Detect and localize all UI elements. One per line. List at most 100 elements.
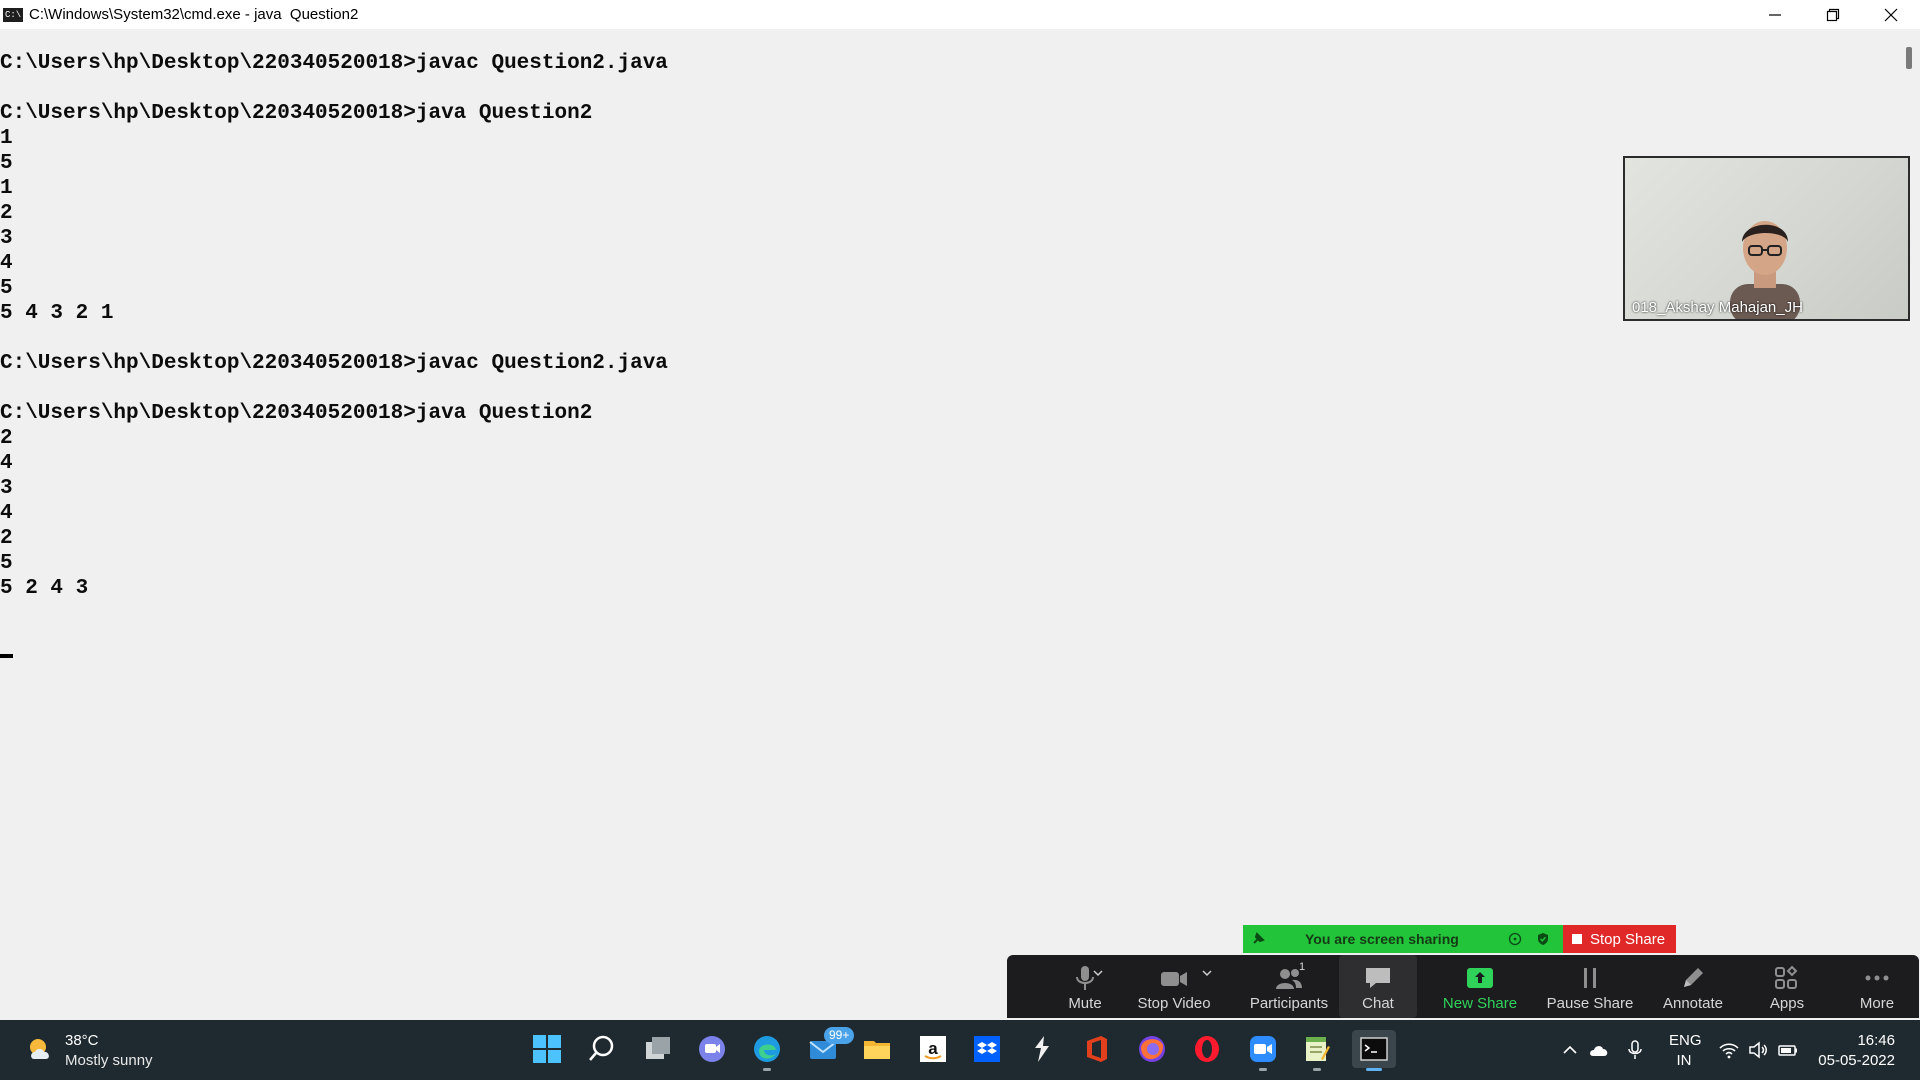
dropbox-icon <box>974 1036 1000 1062</box>
stop-share-button[interactable]: Stop Share <box>1563 925 1676 953</box>
firefox-button[interactable] <box>1133 1030 1171 1068</box>
console-line: 1 <box>0 127 13 150</box>
microphone-icon <box>1628 1040 1642 1059</box>
opera-button[interactable] <box>1188 1030 1226 1068</box>
teams-chat-button[interactable] <box>693 1030 731 1068</box>
stop-video-button[interactable]: Stop Video <box>1119 955 1229 1018</box>
console-line: 4 <box>0 452 13 475</box>
console-line: 5 4 3 2 1 <box>0 302 114 325</box>
mute-button[interactable]: Mute <box>1043 955 1127 1018</box>
pinned-app-button[interactable] <box>1023 1030 1061 1068</box>
mail-unread-badge: 99+ <box>824 1027 855 1044</box>
amazon-icon: a <box>920 1036 946 1062</box>
new-share-button[interactable]: New Share <box>1431 955 1529 1018</box>
annotate-button[interactable]: Annotate <box>1650 955 1736 1018</box>
zoom-button[interactable] <box>1244 1030 1282 1071</box>
start-button[interactable] <box>528 1030 566 1068</box>
dropbox-button[interactable] <box>968 1030 1006 1068</box>
participants-label: Participants <box>1249 995 1329 1012</box>
sun-cloud-icon[interactable] <box>26 1035 56 1065</box>
speaker-icon <box>1749 1041 1767 1059</box>
mute-options-chevron-icon[interactable] <box>1093 968 1103 978</box>
sharing-status[interactable]: You are screen sharing <box>1243 925 1563 953</box>
console-line: 2 <box>0 202 13 225</box>
opera-icon <box>1195 1036 1219 1062</box>
running-indicator <box>763 1068 771 1071</box>
weather-temperature[interactable]: 38°C <box>65 1032 99 1049</box>
microphone-tray-button[interactable] <box>1624 1039 1646 1061</box>
chat-button[interactable]: Chat <box>1339 955 1417 1018</box>
search-button[interactable] <box>583 1030 621 1068</box>
notepad-icon <box>1306 1037 1330 1061</box>
weather-condition[interactable]: Mostly sunny <box>65 1052 153 1069</box>
participants-button[interactable]: Participants <box>1234 955 1344 1018</box>
mute-label: Mute <box>1068 995 1102 1012</box>
amazon-button[interactable]: a <box>914 1030 952 1068</box>
console-line: 5 <box>0 277 13 300</box>
pause-icon <box>1584 968 1596 988</box>
volume-button[interactable] <box>1747 1039 1769 1061</box>
console-line: C:\Users\hp\Desktop\220340520018>javac Q… <box>0 52 668 75</box>
window-titlebar: C:\ C:\Windows\System32\cmd.exe - java Q… <box>0 0 1920 29</box>
video-camera-icon <box>1161 972 1187 986</box>
participants-count: 1 <box>1299 961 1306 973</box>
search-icon <box>589 1035 614 1061</box>
participant-video-tile[interactable]: 018_Akshay Mahajan_JH <box>1623 156 1910 321</box>
terminal-icon <box>1360 1037 1388 1061</box>
svg-text:a: a <box>928 1039 938 1058</box>
minimize-button[interactable] <box>1746 0 1804 29</box>
console-line: 5 <box>0 152 13 175</box>
apps-button[interactable]: Apps <box>1752 955 1822 1018</box>
file-explorer-button[interactable] <box>858 1030 896 1068</box>
windows-taskbar: 38°C Mostly sunny 99+ a ENG IN 16:46 05-… <box>0 1020 1920 1080</box>
show-hidden-icons-button[interactable] <box>1559 1039 1581 1061</box>
shield-icon[interactable] <box>1536 932 1550 946</box>
edge-icon <box>754 1036 780 1062</box>
console-line: 3 <box>0 227 13 250</box>
edge-button[interactable] <box>748 1030 786 1071</box>
apps-label: Apps <box>1769 995 1805 1012</box>
apps-icon <box>1775 965 1798 989</box>
more-button[interactable]: More <box>1842 955 1912 1018</box>
pencil-icon <box>1684 968 1703 987</box>
cmd-icon: C:\ <box>3 7 23 22</box>
start-icon <box>533 1035 561 1063</box>
notepad-button[interactable] <box>1298 1030 1336 1071</box>
close-icon <box>1884 8 1898 21</box>
firefox-icon <box>1139 1036 1165 1062</box>
info-icon[interactable] <box>1508 932 1522 946</box>
restore-button[interactable] <box>1804 0 1862 29</box>
task-view-icon <box>646 1037 670 1059</box>
close-button[interactable] <box>1862 0 1920 29</box>
office-button[interactable] <box>1078 1030 1116 1068</box>
console-output-area[interactable]: C:\Users\hp\Desktop\220340520018>javac Q… <box>0 29 1900 1020</box>
cloud-icon <box>1590 1046 1608 1056</box>
new-share-label: New Share <box>1442 995 1518 1012</box>
terminal-button[interactable] <box>1352 1030 1396 1071</box>
active-indicator <box>1366 1068 1382 1071</box>
stop-share-label: Stop Share <box>1590 930 1666 948</box>
video-options-chevron-icon[interactable] <box>1202 968 1212 978</box>
cmd-icon-label: C:\ <box>5 9 22 20</box>
scrollbar-thumb[interactable] <box>1906 47 1912 69</box>
stop-video-label: Stop Video <box>1137 995 1211 1012</box>
task-view-button[interactable] <box>639 1030 677 1068</box>
zoom-meeting-toolbar: Mute Stop Video Participants 1 Chat New … <box>1007 955 1919 1018</box>
pause-share-button[interactable]: Pause Share <box>1539 955 1641 1018</box>
pause-share-label: Pause Share <box>1546 995 1634 1012</box>
more-icon <box>1865 975 1889 981</box>
console-line: 1 <box>0 177 13 200</box>
battery-button[interactable] <box>1777 1039 1799 1061</box>
console-line: C:\Users\hp\Desktop\220340520018>javac Q… <box>0 352 668 375</box>
battery-icon <box>1778 1045 1797 1056</box>
console-line: 4 <box>0 502 13 525</box>
office-icon <box>1087 1036 1107 1062</box>
language-indicator[interactable]: ENG IN <box>1669 1031 1702 1071</box>
clock[interactable]: 16:46 05-05-2022 <box>1815 1031 1895 1071</box>
onedrive-button[interactable] <box>1588 1039 1610 1061</box>
chevron-up-icon <box>1563 1045 1577 1054</box>
wifi-button[interactable] <box>1718 1039 1740 1061</box>
mail-button[interactable]: 99+ <box>804 1027 855 1068</box>
console-line: 2 <box>0 527 13 550</box>
